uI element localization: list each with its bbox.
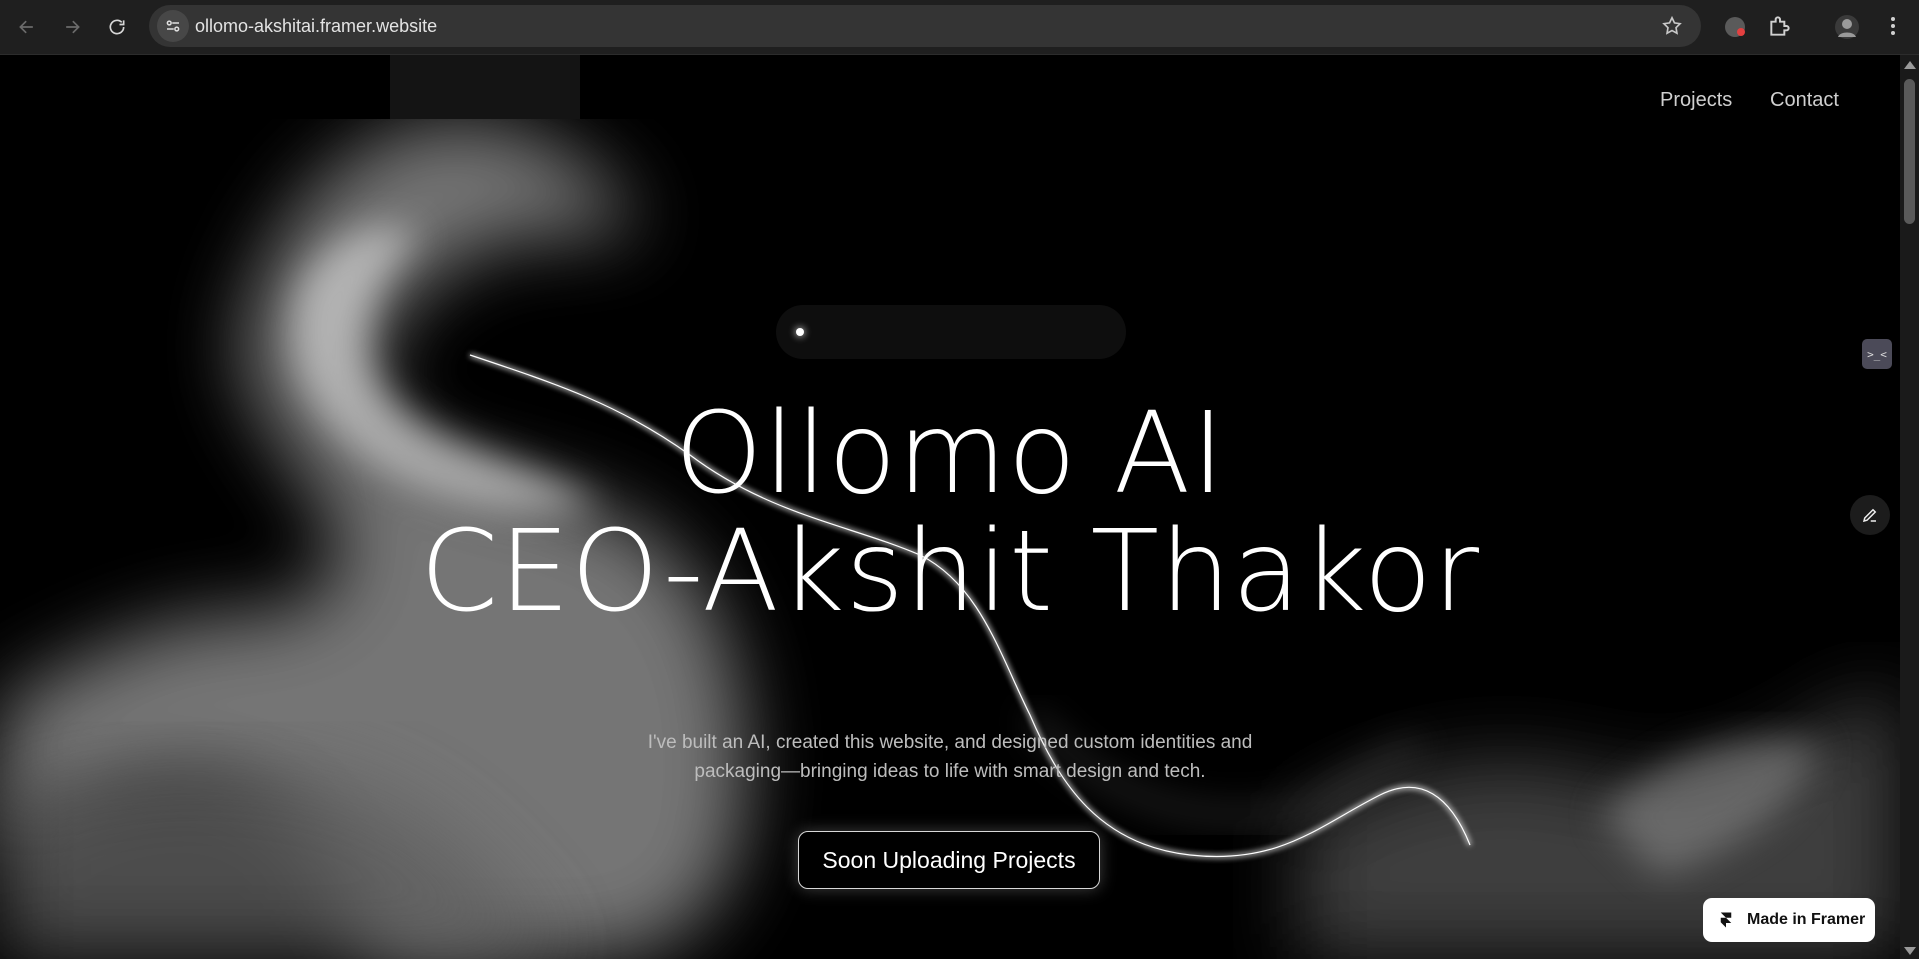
profile-button[interactable] [1833, 13, 1861, 41]
edit-button[interactable] [1850, 495, 1890, 535]
site-info-button[interactable] [157, 10, 189, 42]
page-viewport: Projects Contact Ollomo AI CEO-Akshit Th… [0, 55, 1900, 959]
extensions-menu-button[interactable] [1767, 13, 1795, 41]
site-info-icon [166, 20, 180, 32]
side-widget-button[interactable]: >_< [1862, 339, 1892, 369]
profile-avatar-icon [1835, 15, 1859, 39]
browser-toolbar: ollomo-akshitai.framer.website [0, 0, 1919, 55]
nav-projects-link[interactable]: Projects [1660, 89, 1732, 112]
page-scrollbar[interactable] [1900, 55, 1919, 959]
hero-title-line-2: CEO-Akshit Thakor [419, 507, 1481, 637]
forward-arrow-icon [66, 20, 80, 34]
soon-uploading-projects-button[interactable]: Soon Uploading Projects [798, 831, 1100, 889]
menu-dots-icon [1891, 17, 1895, 35]
back-arrow-icon [19, 20, 33, 34]
url-text[interactable]: ollomo-akshitai.framer.website [195, 16, 437, 37]
edit-pencil-icon [1862, 508, 1877, 523]
address-bar[interactable]: ollomo-akshitai.framer.website [149, 5, 1701, 47]
hero-title-line-1: Ollomo AI [674, 389, 1226, 519]
puzzle-icon [1770, 16, 1790, 36]
star-icon[interactable] [1661, 15, 1683, 37]
hero-subtitle-line-1: I've built an AI, created this website, … [647, 732, 1253, 753]
scroll-thumb[interactable] [1904, 79, 1915, 224]
browser-menu-button[interactable] [1881, 13, 1909, 41]
reload-icon [109, 19, 125, 35]
extension-button[interactable] [1721, 13, 1749, 41]
status-dot [796, 328, 804, 336]
status-pill [776, 305, 1126, 359]
made-in-framer-badge[interactable]: Made in Framer [1703, 898, 1875, 942]
framer-badge-label: Made in Framer [1747, 911, 1866, 928]
forward-button[interactable] [57, 12, 87, 42]
scroll-down-arrow[interactable] [1904, 947, 1916, 955]
hero-subtitle-line-2: packaging—bringing ideas to life with sm… [694, 761, 1206, 782]
nav-contact-link[interactable]: Contact [1770, 89, 1839, 112]
hero-title: Ollomo AI CEO-Akshit Thakor [0, 395, 1900, 631]
hero-subtitle: I've built an AI, created this website, … [600, 728, 1300, 786]
scroll-up-arrow[interactable] [1904, 61, 1916, 69]
framer-logo-icon [1720, 912, 1732, 928]
back-button[interactable] [12, 12, 42, 42]
extension-icon [1725, 17, 1745, 37]
reload-button[interactable] [102, 12, 132, 42]
